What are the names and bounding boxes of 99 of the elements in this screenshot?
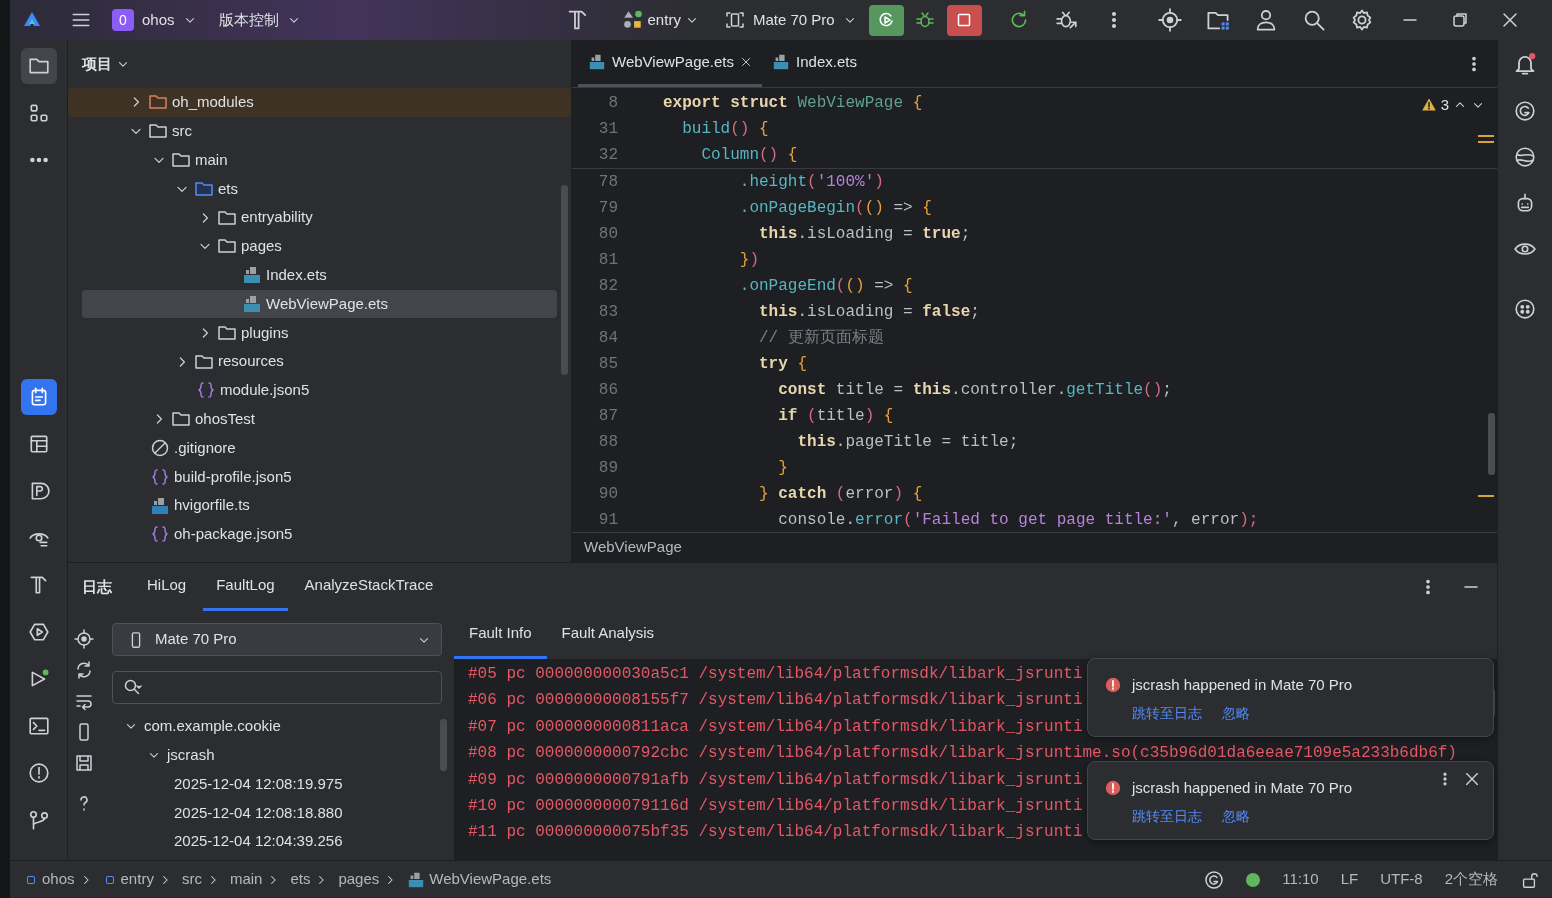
line-number: 31 — [597, 119, 618, 140]
device-dropdown[interactable]: Mate 70 Pro — [112, 623, 442, 656]
tree-item[interactable]: WebViewPage.ets — [82, 289, 557, 319]
line-number: 82 — [597, 276, 618, 297]
log-tree-item[interactable]: jscrash — [112, 740, 430, 770]
code-line: .onPageBegin(() => { — [738, 198, 932, 219]
code-line: this.isLoading = false; — [758, 302, 980, 323]
breadcrumb-item[interactable]: WebViewPage.ets — [407, 868, 552, 891]
code-line: build() { — [681, 119, 769, 140]
log-tree-item[interactable]: 2025-12-04 12:08:19.975 — [112, 769, 430, 799]
log-line: #11 pc 000000000075bf35 /system/lib64/platformsdk/libark_jsrunti — [467, 822, 1083, 844]
project-selector[interactable]: 0 ohos — [112, 8, 197, 32]
code-line: console.error('Failed to get page title:', error); — [777, 510, 1259, 531]
tree-item[interactable]: oh_modules — [68, 88, 571, 117]
line-number: 79 — [597, 198, 618, 219]
tree-item[interactable]: pages — [82, 232, 557, 261]
log-tree-item[interactable]: com.example.cookie — [112, 712, 430, 741]
code-line: }) — [738, 250, 760, 271]
log-line: #09 pc 0000000000791afb /system/lib64/platformsdk/libark_jsrunti — [467, 769, 1083, 791]
line-number: 91 — [597, 510, 618, 531]
breadcrumb-item[interactable]: ets — [290, 868, 311, 891]
sub-tab[interactable]: Fault Analysis — [546, 611, 670, 659]
line-number: 80 — [597, 224, 618, 245]
tree-item[interactable]: plugins — [82, 318, 557, 348]
module-name: entry — [647, 9, 681, 30]
panel-tab[interactable]: HiLog — [134, 563, 200, 611]
tree-item[interactable]: Index.ets — [82, 260, 557, 290]
tree-item[interactable]: build-profile.json5 — [82, 462, 557, 492]
code-line: .onPageEnd(() => { — [738, 276, 913, 297]
panel-title: 日志 — [82, 576, 113, 597]
panel-tab[interactable]: FaultLog — [203, 563, 288, 611]
tree-item[interactable]: .gitignore — [82, 433, 557, 463]
editor-tab[interactable]: Index.ets — [762, 40, 867, 87]
breadcrumb-item[interactable]: ohos — [24, 868, 75, 891]
breadcrumb-item[interactable]: src — [181, 868, 202, 891]
panel-title[interactable]: 项目 — [82, 52, 112, 76]
notification-message: jscrash happened in Mate 70 Pro — [1132, 675, 1353, 695]
code-line: this.pageTitle = title; — [796, 432, 1019, 453]
tree-item[interactable]: ohosTest — [82, 404, 557, 434]
line-number: 87 — [597, 406, 618, 427]
project-badge: 0 — [112, 9, 134, 31]
notification-link[interactable]: 跳转至日志 — [1132, 702, 1202, 724]
line-number: 84 — [597, 328, 618, 349]
line-ending[interactable]: LF — [1340, 868, 1359, 891]
code-line: try { — [758, 354, 808, 375]
code-line: export struct WebViewPage { — [663, 93, 923, 114]
line-number: 89 — [597, 458, 618, 479]
sub-tab[interactable]: Fault Info — [454, 611, 547, 659]
module-selector[interactable]: entry — [621, 8, 699, 32]
tree-item[interactable]: oh-package.json5 — [82, 519, 557, 549]
tree-item[interactable]: hvigorfile.ts — [82, 491, 557, 520]
cursor-position[interactable]: 11:10 — [1282, 868, 1319, 891]
line-number: 8 — [607, 93, 618, 114]
tree-item[interactable]: src — [82, 116, 557, 146]
code-line: .height('100%') — [738, 172, 884, 193]
log-line: #10 pc 000000000079116d /system/lib64/platformsdk/libark_jsrunti — [467, 795, 1083, 817]
breadcrumb-item[interactable]: pages — [338, 868, 380, 891]
editor-tab[interactable]: WebViewPage.ets — [578, 40, 763, 87]
code-line: // 更新页面标题 — [758, 327, 884, 349]
tree-item[interactable]: main — [82, 145, 557, 175]
log-line: #05 pc 000000000030a5c1 /system/lib64/platformsdk/libark_jsrunti — [467, 664, 1083, 685]
line-number: 86 — [597, 380, 618, 401]
device-selector[interactable]: Mate 70 Pro — [724, 8, 857, 32]
code-line: if (title) { — [777, 406, 894, 427]
tree-item[interactable]: entryability — [82, 203, 557, 232]
line-number: 85 — [597, 354, 618, 375]
device-name: Mate 70 Pro — [752, 9, 835, 30]
log-line: #06 pc 00000000008155f7 /system/lib64/platformsdk/libark_jsrunti — [467, 690, 1083, 712]
log-tree-item[interactable]: 2025-12-04 12:04:39.256 — [112, 827, 430, 856]
code-line: } — [777, 458, 788, 479]
line-number: 83 — [597, 302, 618, 323]
breadcrumb-item[interactable]: main — [229, 868, 263, 891]
line-number: 88 — [597, 432, 618, 453]
code-line: const title = this.controller.getTitle(); — [777, 380, 1172, 401]
tree-item[interactable]: ets — [82, 174, 557, 204]
log-tree-item[interactable]: 2025-12-04 12:08:18.880 — [112, 798, 430, 828]
notification-message: jscrash happened in Mate 70 Pro — [1132, 778, 1353, 798]
notification-link[interactable]: 跳转至日志 — [1132, 805, 1202, 827]
warning-counter[interactable]: 3 — [1420, 94, 1449, 117]
notification-link[interactable]: 忽略 — [1222, 702, 1250, 724]
line-number: 90 — [597, 484, 618, 505]
line-number: 78 — [597, 172, 618, 193]
vcs-label: 版本控制 — [218, 9, 279, 30]
project-name: ohos — [142, 9, 175, 30]
code-line: Column() { — [700, 145, 798, 166]
code-line: this.isLoading = true; — [758, 224, 971, 245]
code-line: } catch (error) { — [758, 484, 923, 505]
breadcrumb-item[interactable]: entry — [102, 868, 154, 891]
indent-setting[interactable]: 2个空格 — [1444, 868, 1498, 891]
log-line: #07 pc 0000000000811aca /system/lib64/platformsdk/libark_jsrunti — [467, 716, 1083, 738]
line-number: 81 — [597, 250, 618, 271]
log-line: #08 pc 0000000000792cbc /system/lib64/platformsdk/libark_jsruntime.so(c35b96d01da6eeae7109e5a233b6db6f) — [467, 743, 1457, 765]
tree-item[interactable]: resources — [82, 347, 557, 376]
panel-tab[interactable]: AnalyzeStackTrace — [291, 563, 447, 611]
notification-link[interactable]: 忽略 — [1222, 805, 1250, 827]
encoding[interactable]: UTF-8 — [1380, 868, 1423, 891]
vcs-menu[interactable]: 版本控制 — [218, 8, 301, 32]
line-number: 32 — [597, 145, 618, 166]
tree-item[interactable]: module.json5 — [82, 375, 557, 405]
